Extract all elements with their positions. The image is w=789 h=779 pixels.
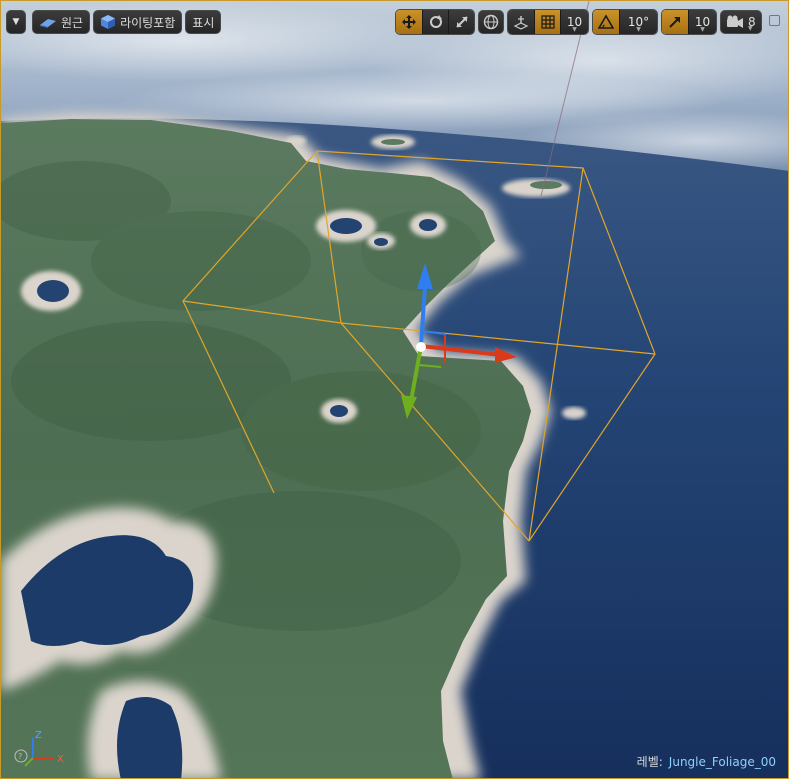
transform-mode-group — [395, 9, 475, 35]
scale-arrow-icon — [669, 17, 680, 28]
help-icon: ? — [18, 752, 22, 761]
lighting-mode-button[interactable]: 라이팅포함 — [93, 10, 183, 34]
globe-icon — [483, 14, 499, 30]
perspective-label: 원근 — [61, 15, 84, 30]
rotate-mode-button[interactable] — [422, 10, 448, 34]
surface-snap-icon — [513, 16, 529, 30]
lighting-label: 라이팅포함 — [120, 15, 176, 30]
level-prefix: 레벨: — [636, 755, 663, 769]
axis-indicator: Z X ? — [14, 730, 64, 767]
angle-icon — [598, 14, 614, 29]
camera-speed-button[interactable]: 8 ▼ — [720, 10, 762, 34]
grid-snap-toggle[interactable] — [534, 10, 560, 34]
grid-snap-group: 10 ▼ — [507, 9, 589, 35]
rotation-snap-value[interactable]: 10° ▼ — [619, 10, 657, 34]
grid-snap-value[interactable]: 10 ▼ — [560, 10, 588, 34]
show-label: 표시 — [192, 15, 215, 30]
viewport-options-dropdown[interactable]: ▼ — [6, 10, 26, 34]
caret-down-icon: ▼ — [636, 26, 641, 33]
caret-down-icon: ▼ — [572, 26, 577, 33]
scale-snap-group: 10 ▼ — [661, 9, 717, 35]
scale-snap-toggle[interactable] — [662, 10, 688, 34]
axis-x-label: X — [57, 754, 64, 765]
translate-move-icon — [402, 15, 416, 29]
rotate-icon — [429, 15, 442, 28]
level-viewport[interactable]: ▼ 원근 라이팅포함 표시 10 ▼ 10° ▼ 10 ▼ 8 ▼ Z X ? … — [0, 0, 789, 779]
camera-icon — [727, 15, 743, 28]
surface-snap-button[interactable] — [508, 10, 534, 34]
grid-icon — [540, 15, 555, 29]
level-name: Jungle_Foliage_00 — [668, 755, 776, 769]
caret-down-icon: ▼ — [700, 26, 705, 33]
rotation-snap-group: 10° ▼ — [592, 9, 658, 35]
axis-z-label: Z — [35, 730, 42, 741]
perspective-cube-icon — [40, 19, 56, 28]
world-local-toggle[interactable] — [478, 10, 504, 34]
translate-mode-button[interactable] — [396, 10, 422, 34]
rotation-snap-toggle[interactable] — [593, 10, 619, 34]
scale-icon — [455, 16, 468, 28]
maximize-icon[interactable] — [769, 15, 780, 26]
lit-sphere-icon — [101, 15, 116, 29]
chevron-down-icon: ▼ — [12, 17, 20, 27]
scene-render[interactable] — [1, 1, 789, 779]
perspective-button[interactable]: 원근 — [32, 10, 91, 34]
show-flags-button[interactable]: 표시 — [185, 10, 222, 34]
scale-mode-button[interactable] — [448, 10, 474, 34]
caret-down-icon: ▼ — [748, 25, 753, 32]
scale-snap-value[interactable]: 10 ▼ — [688, 10, 716, 34]
level-name-label: 레벨: Jungle_Foliage_00 — [637, 753, 776, 770]
